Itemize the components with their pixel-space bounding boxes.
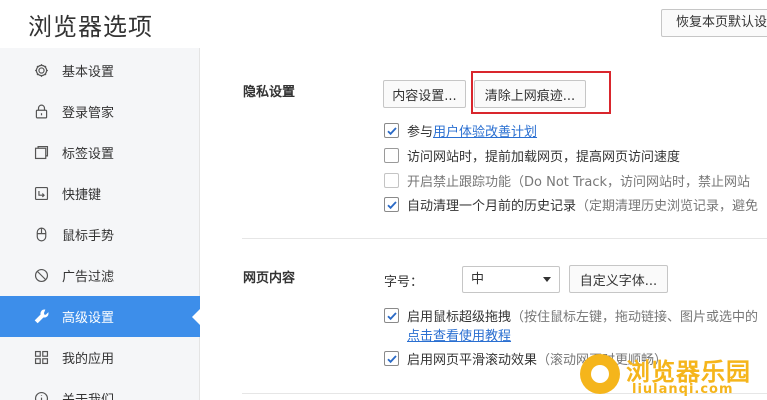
ux-program-link[interactable]: 用户体验改善计划 — [433, 121, 537, 140]
sidebar-item-label: 标签设置 — [62, 147, 115, 162]
smooth-scroll-checkbox[interactable] — [384, 351, 399, 366]
keyboard-icon — [32, 185, 50, 203]
sidebar-item-label: 鼠标手势 — [62, 229, 115, 244]
dnt-checkbox[interactable] — [384, 173, 399, 188]
sidebar-item-label: 登录管家 — [62, 106, 115, 121]
font-size-select[interactable]: 中 — [462, 266, 560, 293]
super-drag-label: 启用鼠标超级拖拽 — [407, 310, 512, 325]
section-divider — [242, 238, 767, 239]
sidebar-item-tabs[interactable]: 标签设置 — [0, 132, 200, 173]
super-drag-option: 启用鼠标超级拖拽 （按住鼠标左键，拖动链接、图片或选中的 — [384, 306, 758, 325]
sidebar-item-label: 关于我们 — [62, 389, 114, 400]
watermark-logo-icon — [580, 354, 620, 394]
sidebar-item-apps[interactable]: 我的应用 — [0, 337, 200, 378]
sidebar-item-basic[interactable]: 基本设置 — [0, 50, 200, 91]
sidebar-item-label: 高级设置 — [62, 311, 115, 326]
custom-font-button[interactable]: 自定义字体... — [569, 265, 668, 293]
restore-defaults-button[interactable]: 恢复本页默认设置 — [661, 9, 767, 37]
apps-icon — [32, 349, 50, 367]
webcontent-section-title: 网页内容 — [243, 271, 296, 286]
sidebar-item-label: 广告过滤 — [62, 270, 115, 285]
auto-clear-note: （定期清理历史浏览记录，避免 — [576, 199, 759, 214]
preload-option: 访问网站时，提前加载网页，提高网页访问速度 — [384, 146, 680, 165]
preload-label: 访问网站时，提前加载网页，提高网页访问速度 — [407, 150, 681, 165]
highlight-box — [471, 71, 611, 114]
super-drag-note: （按住鼠标左键，拖动链接、图片或选中的 — [511, 310, 759, 325]
ux-program-option: 参与 用户体验改善计划 — [384, 121, 537, 140]
sidebar-item-advanced[interactable]: 高级设置 — [0, 296, 200, 337]
auto-clear-option: 自动清理一个月前的历史记录 （定期清理历史浏览记录，避免 — [384, 195, 758, 214]
lock-icon — [32, 103, 50, 121]
tutorial-link[interactable]: 点击查看使用教程 — [407, 325, 511, 344]
info-icon — [32, 390, 50, 400]
page-title: 浏览器选项 — [28, 13, 153, 41]
sidebar-item-login[interactable]: 登录管家 — [0, 91, 200, 132]
sidebar-item-shortcuts[interactable]: 快捷键 — [0, 173, 200, 214]
tabs-icon — [32, 144, 50, 162]
settings-page: 浏览器选项 恢复本页默认设置 基本设置 登录管家 标签设置 快捷键 — [0, 0, 767, 400]
font-size-value: 中 — [471, 272, 485, 287]
ux-program-checkbox[interactable] — [384, 123, 399, 138]
watermark-subtext: liulanqi.com — [632, 382, 734, 397]
sidebar-item-label: 基本设置 — [62, 65, 115, 80]
sidebar-item-about[interactable]: 关于我们 — [0, 378, 200, 400]
tutorial-link-row: 点击查看使用教程 — [407, 325, 511, 344]
mouse-icon — [32, 226, 50, 244]
sidebar-item-label: 我的应用 — [62, 352, 115, 367]
dnt-label: 开启禁止跟踪功能（Do Not Track，访问网站时，禁止网站 — [407, 175, 751, 190]
sidebar: 基本设置 登录管家 标签设置 快捷键 鼠标手势 广告过滤 高级设置 我的应用 — [0, 48, 200, 400]
sidebar-item-mouse[interactable]: 鼠标手势 — [0, 214, 200, 255]
block-icon — [32, 267, 50, 285]
dnt-option: 开启禁止跟踪功能（Do Not Track，访问网站时，禁止网站 — [384, 171, 750, 190]
sidebar-item-adblock[interactable]: 广告过滤 — [0, 255, 200, 296]
watermark: 浏览器乐园 liulanqi.com — [580, 350, 767, 400]
privacy-section-title: 隐私设置 — [243, 85, 296, 100]
super-drag-checkbox[interactable] — [384, 308, 399, 323]
auto-clear-label: 自动清理一个月前的历史记录 — [407, 199, 577, 214]
gear-icon — [32, 62, 50, 80]
smooth-scroll-label: 启用网页平滑滚动效果 — [407, 353, 538, 368]
wrench-icon — [32, 308, 50, 326]
auto-clear-checkbox[interactable] — [384, 197, 399, 212]
preload-checkbox[interactable] — [384, 148, 399, 163]
ux-program-prefix: 参与 — [407, 125, 434, 140]
font-size-label: 字号： — [384, 275, 424, 290]
chevron-down-icon — [543, 277, 551, 282]
sidebar-item-label: 快捷键 — [62, 188, 102, 203]
content-settings-button[interactable]: 内容设置... — [383, 80, 466, 108]
